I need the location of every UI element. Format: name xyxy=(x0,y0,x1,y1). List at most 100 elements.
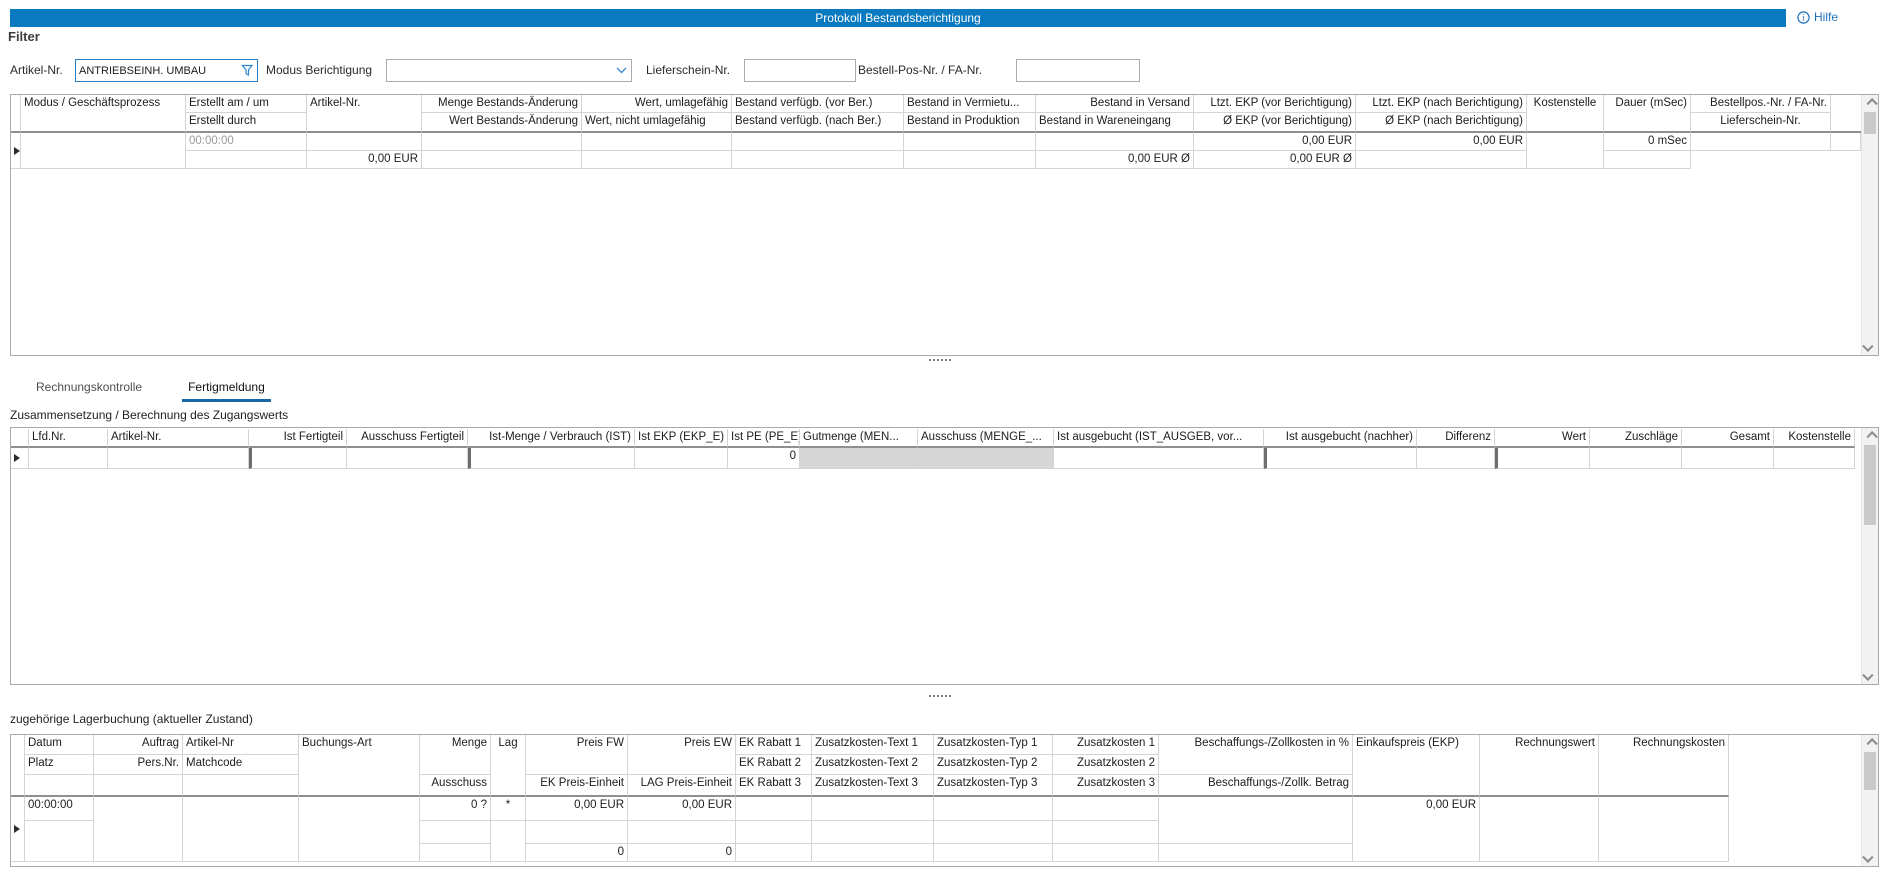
scroll-up-arrow[interactable] xyxy=(1862,95,1878,111)
cell-ek-rabatt-1[interactable] xyxy=(736,797,812,821)
cell-buchungs-art[interactable] xyxy=(299,797,420,862)
cell-ist-ausgebucht-nachher[interactable] xyxy=(1264,448,1417,469)
cell-ek-rabatt-3[interactable] xyxy=(736,844,812,862)
cell-wert-nicht-umlagefaehig[interactable] xyxy=(422,151,582,169)
cell-datum[interactable]: 00:00:00 xyxy=(25,797,94,821)
row-selector-header[interactable] xyxy=(11,95,21,133)
cell-menge-aenderung[interactable] xyxy=(422,133,582,151)
cell-dauer-2[interactable] xyxy=(1356,151,1527,169)
row-selector-cell[interactable] xyxy=(11,797,25,862)
col-preis-fw[interactable]: Preis FW xyxy=(526,735,628,775)
col-lieferschein-nr[interactable]: Lieferschein-Nr. xyxy=(1691,113,1831,133)
cell-modus[interactable] xyxy=(21,133,186,169)
col-zusatzkosten-2[interactable]: Zusatzkosten 2 xyxy=(1053,755,1159,775)
scroll-down-arrow[interactable] xyxy=(1862,850,1878,866)
cell-rechnungskosten[interactable] xyxy=(1599,797,1729,862)
cell-artikel-2[interactable] xyxy=(186,151,307,169)
cell-zusatzkosten-typ-1[interactable] xyxy=(934,797,1053,821)
col-bestand-in-produktion[interactable]: Bestand in Produktion xyxy=(904,113,1036,133)
col-ist-menge-verbrauch[interactable]: Ist-Menge / Verbrauch (IST) xyxy=(468,429,635,448)
cell-erstellt-zeit[interactable]: 00:00:00 xyxy=(186,133,307,151)
cell-erstellt-durch[interactable] xyxy=(1831,133,1861,151)
cell-platz[interactable] xyxy=(25,821,94,862)
row-selector-cell[interactable] xyxy=(11,448,29,469)
cell-preis-fw[interactable]: 0,00 EUR xyxy=(526,797,628,821)
cell-zusatzkosten-typ-2[interactable] xyxy=(934,821,1053,844)
cell-ek-preis-einheit[interactable]: 0 xyxy=(526,844,628,862)
col-erstellt-durch[interactable]: Erstellt durch xyxy=(186,113,307,133)
col-zusatzkosten-typ-1[interactable]: Zusatzkosten-Typ 1 xyxy=(934,735,1053,755)
cell-bestand-produktion[interactable] xyxy=(732,151,904,169)
cell-wert[interactable] xyxy=(1495,448,1590,469)
filter-funnel-icon[interactable] xyxy=(241,64,254,77)
col-wert-umlagefaehig[interactable]: Wert, umlagefähig xyxy=(582,95,732,113)
cell-artikel-nr[interactable] xyxy=(183,797,299,862)
col-ausschuss-menge[interactable]: Ausschuss (MENGE_... xyxy=(918,429,1054,448)
col-modus-geschaeftsprozess[interactable]: Modus / Geschäftsprozess xyxy=(21,95,186,133)
col-avg-ekp-vor[interactable]: Ø EKP (vor Berichtigung) xyxy=(1194,113,1356,133)
col-artikel-nr[interactable]: Artikel-Nr xyxy=(183,735,299,755)
scroll-down-arrow[interactable] xyxy=(1862,339,1878,355)
cell-gesamt[interactable] xyxy=(1682,448,1774,469)
cell-auftrag[interactable] xyxy=(94,797,183,862)
col-wert[interactable]: Wert xyxy=(1495,429,1590,448)
col-dauer-msec[interactable]: Dauer (mSec) xyxy=(1604,95,1691,133)
cell-zusatzkosten-2[interactable] xyxy=(1053,821,1159,844)
cell-dauer[interactable]: 0 mSec xyxy=(1604,133,1691,151)
col-zusatzkosten-typ-3[interactable]: Zusatzkosten-Typ 3 xyxy=(934,775,1053,797)
col-wert-nicht-umlagefaehig[interactable]: Wert, nicht umlagefähig xyxy=(582,113,732,133)
col-ist-ausgebucht-nachher[interactable]: Ist ausgebucht (nachher) xyxy=(1264,429,1417,448)
cell-ist-ausgebucht-vorher[interactable] xyxy=(1054,448,1264,469)
cell-menge[interactable]: 0 ? xyxy=(420,797,491,821)
cell-bestand-nach[interactable] xyxy=(582,151,732,169)
col-differenz[interactable]: Differenz xyxy=(1417,429,1495,448)
col-artikel-nr[interactable]: Artikel-Nr. xyxy=(307,95,422,133)
col-ist-ekp[interactable]: Ist EKP (EKP_E) xyxy=(635,429,728,448)
col-rechnungswert[interactable]: Rechnungswert xyxy=(1480,735,1599,797)
cell-artikel-1[interactable] xyxy=(307,133,422,151)
cell-rechnungswert[interactable] xyxy=(1480,797,1599,862)
zusammensetzung-vertical-scrollbar[interactable] xyxy=(1861,428,1878,684)
col-ek-preis-einheit[interactable]: EK Preis-Einheit xyxy=(526,775,628,797)
scrollbar-thumb[interactable] xyxy=(1864,445,1876,525)
cell-zusatzkosten-typ-3[interactable] xyxy=(934,844,1053,862)
row-selector-header[interactable] xyxy=(11,735,25,797)
cell-ist-pe[interactable]: 0 xyxy=(728,448,800,469)
cell-ausschuss[interactable] xyxy=(420,844,491,862)
cell-avg-ekp-vor[interactable]: 0,00 EUR Ø xyxy=(1036,151,1194,169)
col-buchungs-art[interactable]: Buchungs-Art xyxy=(299,735,420,797)
cell-lag[interactable]: * xyxy=(491,797,526,821)
col-ek-rabatt-1[interactable]: EK Rabatt 1 xyxy=(736,735,812,755)
col-erstellt-am-um[interactable]: Erstellt am / um xyxy=(186,95,307,113)
splitter-handle[interactable] xyxy=(929,695,931,697)
cell-zusatzkosten-text-3[interactable] xyxy=(812,844,934,862)
col-artikel-nr[interactable]: Artikel-Nr. xyxy=(108,429,249,448)
cell-lieferschein[interactable] xyxy=(1604,151,1691,169)
col-beschaffungs-zollk-betrag[interactable]: Beschaffungs-/Zollk. Betrag xyxy=(1159,775,1353,797)
col-rechnungskosten[interactable]: Rechnungskosten xyxy=(1599,735,1729,797)
protocol-grid-vertical-scrollbar[interactable] xyxy=(1861,95,1878,355)
scrollbar-thumb[interactable] xyxy=(1864,112,1876,134)
cell-wert-aenderung[interactable]: 0,00 EUR xyxy=(307,151,422,169)
col-bestellpos-fa-nr[interactable]: Bestellpos.-Nr. / FA-Nr. xyxy=(1691,95,1831,113)
col-ist-ausgebucht-vorher[interactable]: Ist ausgebucht (IST_AUSGEB, vor... xyxy=(1054,429,1264,448)
col-kostenstelle[interactable]: Kostenstelle xyxy=(1527,95,1604,133)
col-lag-preis-einheit[interactable]: LAG Preis-Einheit xyxy=(628,775,736,797)
row-selector-header[interactable] xyxy=(11,429,29,448)
col-einkaufspreis-ekp[interactable]: Einkaufspreis (EKP) xyxy=(1353,735,1480,797)
col-bestand-in-wareneingang[interactable]: Bestand in Wareneingang xyxy=(1036,113,1194,133)
cell-beschaffung-betrag[interactable] xyxy=(1159,844,1353,862)
col-preis-ew[interactable]: Preis EW xyxy=(628,735,736,775)
tab-rechnungskontrolle[interactable]: Rechnungskontrolle xyxy=(30,378,148,402)
col-ist-pe[interactable]: Ist PE (PE_E) xyxy=(728,429,800,448)
cell-einkaufspreis-ekp[interactable]: 0,00 EUR xyxy=(1353,797,1480,862)
col-pers-nr[interactable]: Pers.Nr. xyxy=(94,755,183,775)
cell-bestand-versand[interactable] xyxy=(1036,133,1194,151)
cell-kostenstelle[interactable] xyxy=(1774,448,1855,469)
cell-bestand-vor[interactable] xyxy=(732,133,904,151)
col-ltzt-ekp-nach[interactable]: Ltzt. EKP (nach Berichtigung) xyxy=(1356,95,1527,113)
col-zusatzkosten-typ-2[interactable]: Zusatzkosten-Typ 2 xyxy=(934,755,1053,775)
cell-wert-umlagefaehig[interactable] xyxy=(582,133,732,151)
col-datum[interactable]: Datum xyxy=(25,735,94,755)
cell-zusatzkosten-1[interactable] xyxy=(1053,797,1159,821)
